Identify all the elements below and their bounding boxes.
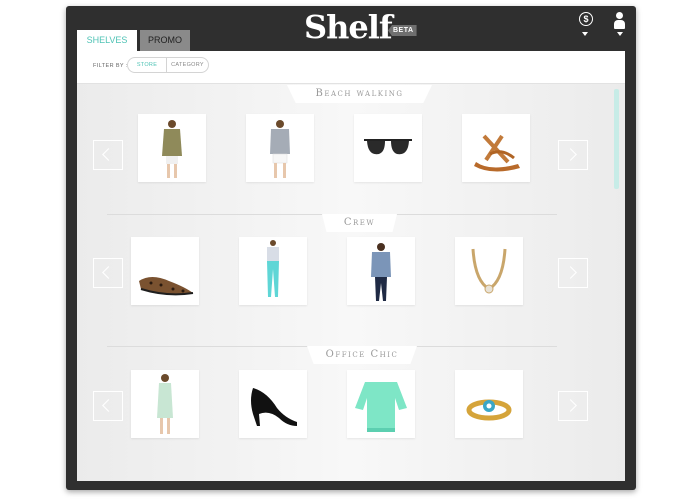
shelf-item[interactable] <box>462 114 530 182</box>
olive-jacket-outfit-image <box>162 120 182 178</box>
app-logo: Shelf <box>304 8 393 46</box>
mint-dress-image <box>157 374 173 434</box>
shelves-area: Beach walking Crew Office Chic <box>77 84 625 481</box>
gray-cardigan-outfit-image <box>270 120 290 178</box>
chevron-right-icon[interactable] <box>558 140 588 170</box>
chevron-left-icon[interactable] <box>93 391 123 421</box>
shelf-title: Beach walking <box>287 85 432 103</box>
filter-bar: FILTER BY : STORE CATEGORY <box>77 51 625 84</box>
tan-sandals-image <box>474 134 520 172</box>
shelf-item[interactable] <box>455 237 523 305</box>
beta-badge: BETA <box>388 25 417 36</box>
shelf-item[interactable] <box>131 237 199 305</box>
shelf-item[interactable] <box>239 370 307 438</box>
profile-menu[interactable] <box>612 12 630 38</box>
shelf-item[interactable] <box>138 114 206 182</box>
filter-option-store[interactable]: STORE <box>128 58 167 72</box>
caret-down-icon <box>582 32 588 36</box>
leopard-flats-image <box>139 277 194 296</box>
chevron-right-icon[interactable] <box>558 258 588 288</box>
filter-label: FILTER BY : <box>93 63 128 69</box>
caret-down-icon <box>617 32 623 36</box>
shelf-item[interactable] <box>347 237 415 305</box>
black-pumps-image <box>251 388 297 426</box>
filter-option-category[interactable]: CATEGORY <box>167 58 208 72</box>
person-icon <box>616 12 623 19</box>
shelf-item[interactable] <box>239 237 307 305</box>
shelf-item[interactable] <box>455 370 523 438</box>
coin-menu[interactable]: $ <box>577 12 595 38</box>
main-panel: FILTER BY : STORE CATEGORY Beach walking <box>77 51 625 481</box>
turquoise-pants-image <box>267 240 279 297</box>
jeweled-bracelet-image <box>466 399 512 421</box>
shelf-item[interactable] <box>354 114 422 182</box>
chevron-right-icon[interactable] <box>558 391 588 421</box>
filter-segmented-control: STORE CATEGORY <box>127 57 209 73</box>
chevron-left-icon[interactable] <box>93 258 123 288</box>
chevron-left-icon[interactable] <box>93 140 123 170</box>
tab-shelves[interactable]: SHELVES <box>77 30 137 51</box>
scrollbar-thumb[interactable] <box>614 89 619 189</box>
shelf-item[interactable] <box>131 370 199 438</box>
statement-necklace-image <box>471 248 507 294</box>
mint-sweater-image <box>355 382 407 432</box>
shelf-title: Crew <box>322 214 397 232</box>
tab-promo[interactable]: PROMO <box>140 30 190 51</box>
app-frame: Shelf BETA $ SHELVES PROMO FILTER BY : S… <box>66 6 636 490</box>
shelf-item[interactable] <box>347 370 415 438</box>
coin-icon: $ <box>579 12 593 26</box>
sunglasses-image <box>364 139 412 155</box>
shelf-item[interactable] <box>246 114 314 182</box>
chambray-shirt-outfit-image <box>371 243 391 301</box>
shelf-title: Office Chic <box>307 346 417 364</box>
person-body-icon <box>614 20 625 29</box>
